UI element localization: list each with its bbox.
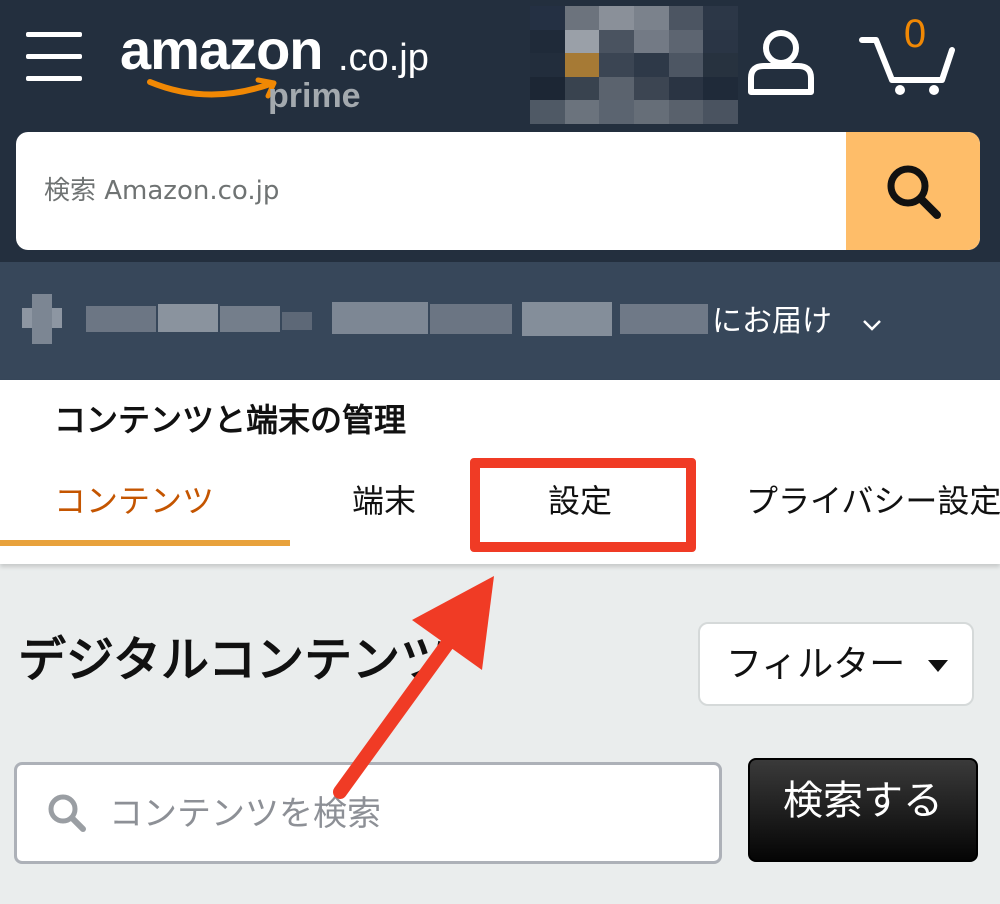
page-title: コンテンツと端末の管理 — [54, 401, 407, 439]
search-input[interactable] — [16, 132, 836, 250]
content-search-input[interactable] — [107, 765, 711, 863]
smile-arrow-icon — [147, 77, 277, 99]
tab-privacy-settings[interactable]: プライバシー設定 — [746, 476, 1000, 526]
filter-dropdown[interactable]: フィルター — [698, 622, 974, 706]
active-tab-underline — [0, 540, 290, 546]
settings-highlight-box — [470, 458, 696, 552]
content-search-button[interactable]: 検索する — [748, 758, 978, 862]
top-header: amazon .co.jp prime 0 — [0, 0, 1000, 262]
menu-icon[interactable] — [26, 30, 82, 84]
filter-label: フィルター — [726, 644, 906, 685]
account-icon[interactable] — [746, 26, 816, 96]
cart-icon[interactable]: 0 — [858, 12, 962, 98]
search-icon — [48, 794, 86, 832]
chevron-down-icon[interactable] — [862, 318, 882, 332]
search-button[interactable] — [846, 132, 980, 250]
search-icon — [887, 165, 941, 219]
section-title: デジタルコンテンツ — [18, 632, 449, 688]
amazon-logo[interactable]: amazon .co.jp prime — [120, 20, 450, 120]
content-search-box — [14, 762, 722, 864]
logo-text: amazon — [120, 18, 323, 81]
redacted-account-info — [530, 6, 738, 124]
search-bar — [16, 132, 980, 250]
logo-domain: .co.jp — [338, 37, 429, 79]
tab-contents[interactable]: コンテンツ — [54, 476, 214, 526]
tab-devices[interactable]: 端末 — [352, 476, 416, 526]
logo-prime: prime — [268, 77, 361, 115]
caret-down-icon — [928, 660, 948, 672]
redacted-address — [22, 290, 712, 354]
deliver-to-label[interactable]: にお届け — [712, 300, 832, 344]
